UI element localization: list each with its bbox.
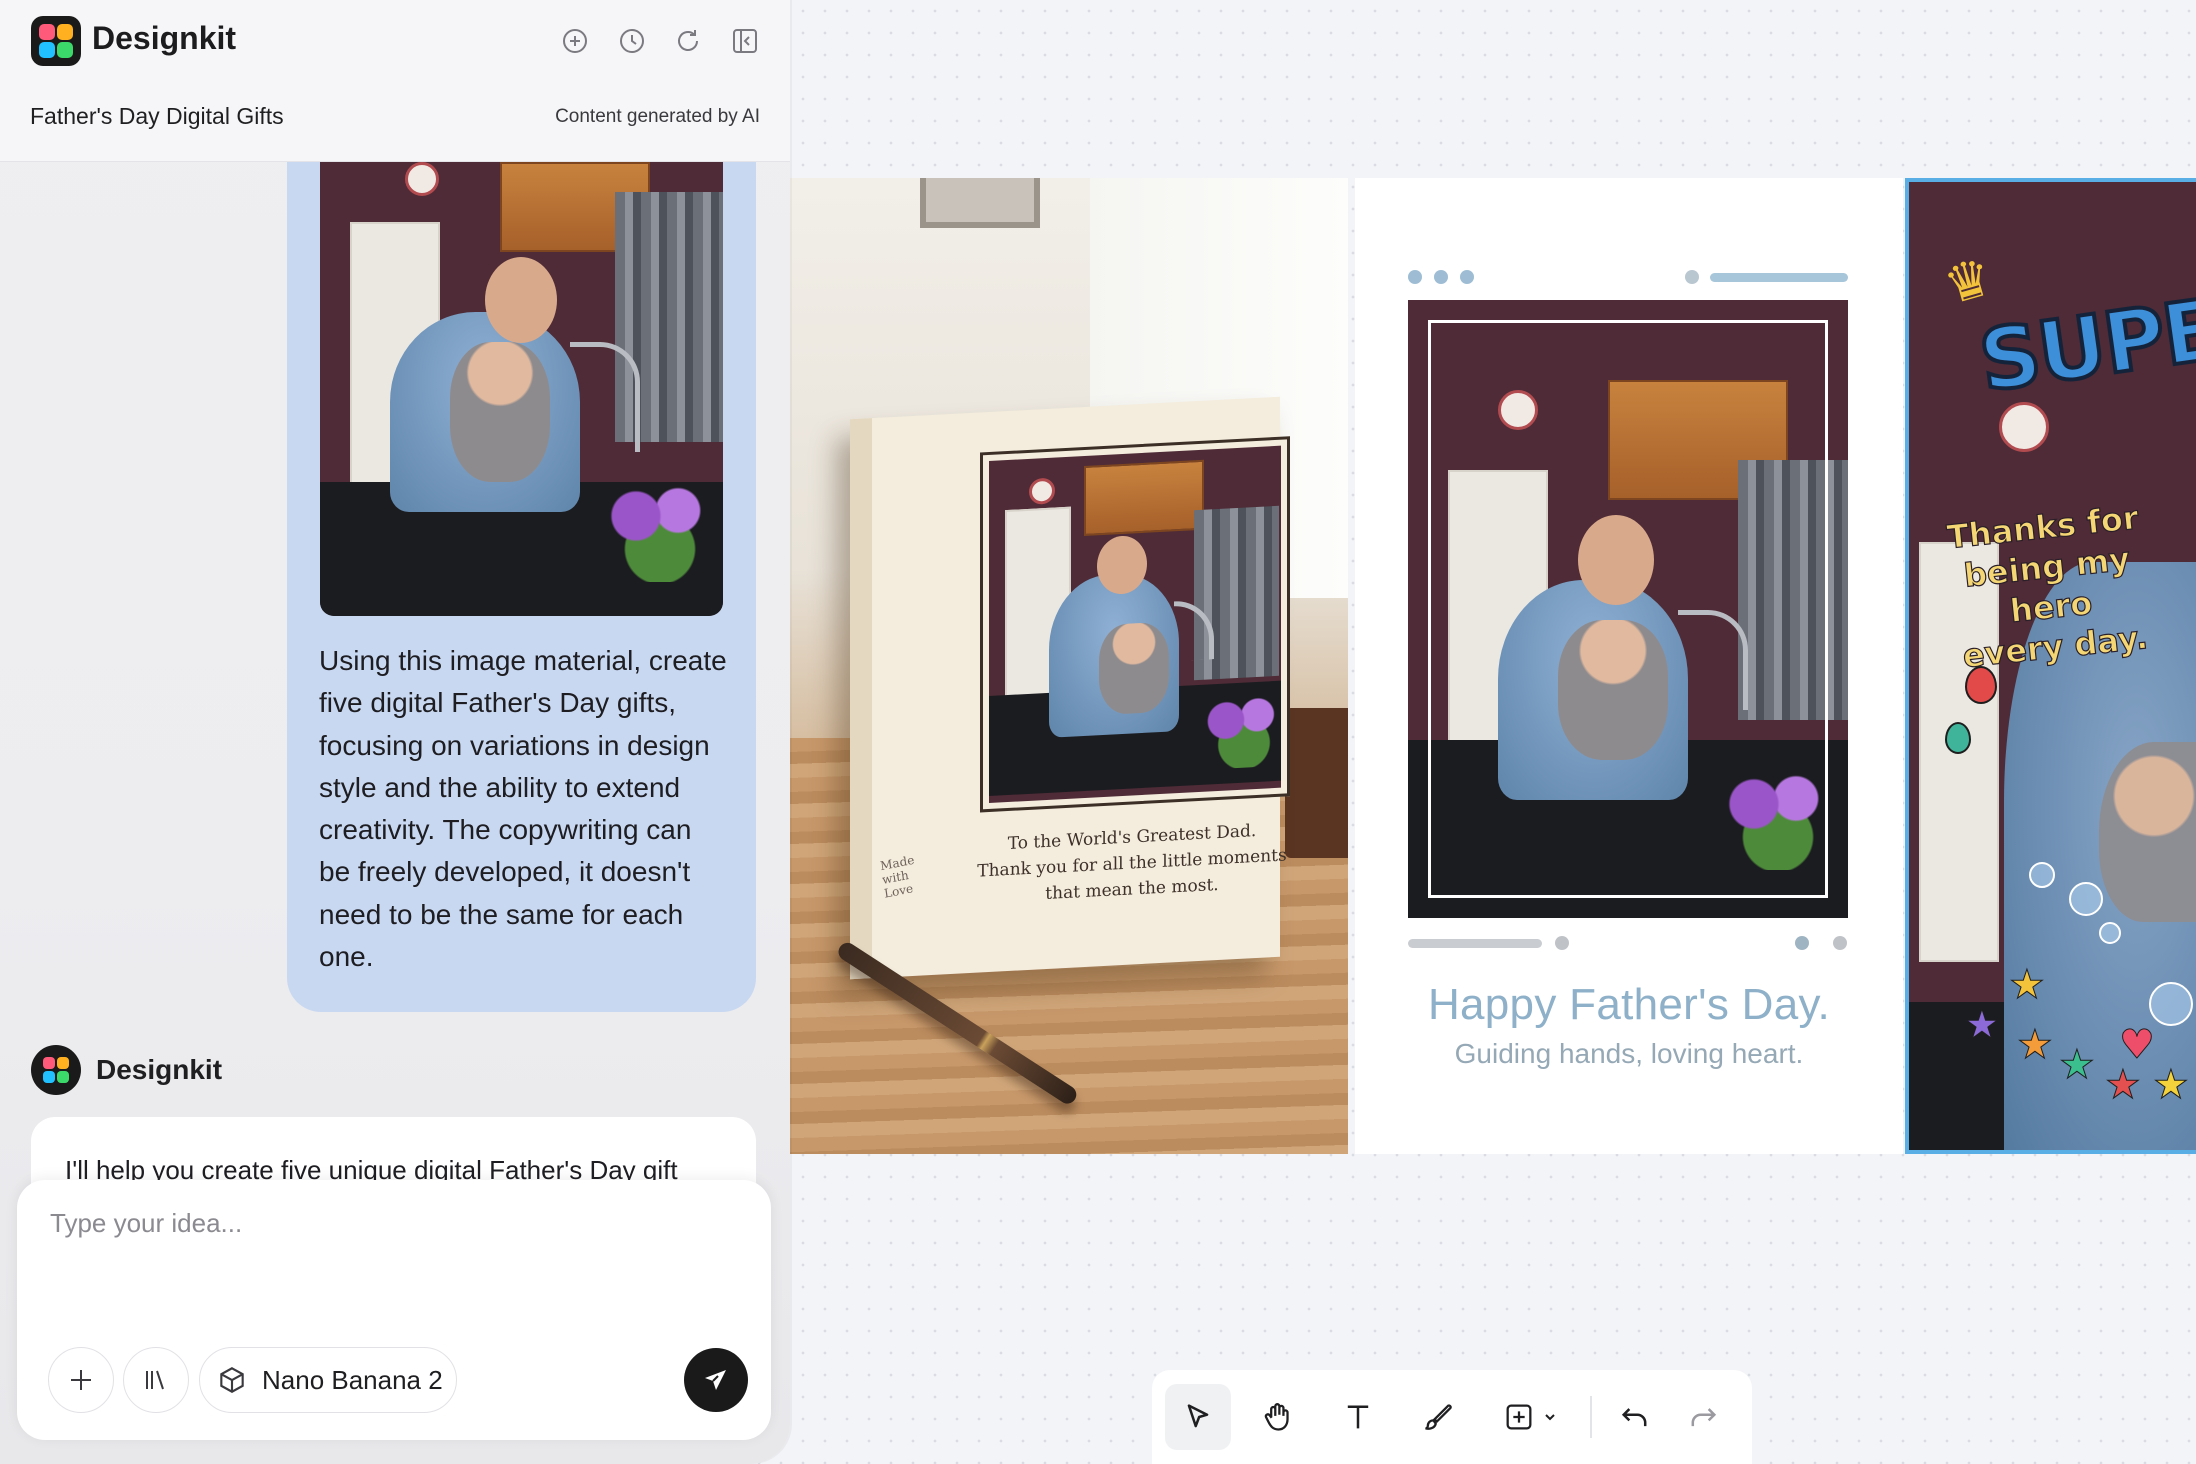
- assistant-name: Designkit: [96, 1054, 223, 1085]
- toolbar-divider: [1590, 1396, 1592, 1438]
- star-icon: ★: [2009, 962, 2046, 1009]
- star-icon: ★: [2059, 1042, 2096, 1089]
- insert-tool[interactable]: [1485, 1384, 1575, 1450]
- project-title: Father's Day Digital Gifts: [30, 103, 284, 129]
- top-dots-decoration: [1408, 270, 1850, 284]
- ai-generated-note: Content generated by AI: [555, 106, 760, 127]
- made-with-love-label: Made with Love: [879, 852, 916, 901]
- redo-icon: [1691, 1408, 1717, 1427]
- brush-tool[interactable]: [1405, 1384, 1471, 1450]
- card2-subtitle: Guiding hands, loving heart.: [1454, 1038, 1804, 1069]
- add-box-icon: [1506, 1404, 1532, 1430]
- heart-icon: ♥: [2119, 1022, 2156, 1069]
- prompt-composer: Nano Banana 2: [17, 1180, 771, 1440]
- assistant-header: Designkit: [31, 1045, 222, 1095]
- panel-header: Designkit Father's Day Digital Gifts Con…: [0, 0, 790, 162]
- kitchen-photo: [989, 445, 1281, 803]
- history-icon[interactable]: [615, 24, 649, 58]
- thanks-message: Thanks for being my hero every day.: [1921, 495, 2176, 679]
- greeting-card: To the World's Greatest Dad. Thank you f…: [850, 396, 1290, 980]
- redo-button[interactable]: [1670, 1384, 1736, 1450]
- card2-title: Happy Father's Day.: [1427, 980, 1831, 1029]
- chat-panel: Designkit Father's Day Digital Gifts Con…: [0, 0, 790, 1464]
- undo-button[interactable]: [1602, 1384, 1668, 1450]
- greeting-card-photo: [980, 436, 1290, 813]
- refresh-icon[interactable]: [671, 24, 705, 58]
- chevron-down-icon: [1545, 1414, 1555, 1421]
- add-chat-icon[interactable]: [558, 24, 592, 58]
- send-icon: [705, 1370, 726, 1390]
- library-button[interactable]: [123, 1347, 189, 1413]
- undo-icon: [1621, 1408, 1647, 1427]
- bubble-decoration: [2029, 862, 2055, 888]
- uploaded-image[interactable]: [320, 162, 723, 616]
- hand-icon: [1264, 1403, 1289, 1431]
- model-selector[interactable]: Nano Banana 2: [199, 1347, 457, 1413]
- card2-photo: [1408, 300, 1848, 918]
- green-balloon-icon: [1945, 722, 1971, 754]
- library-icon: [141, 1365, 171, 1395]
- collapse-panel-icon[interactable]: [728, 24, 762, 58]
- assistant-avatar: [31, 1045, 81, 1095]
- user-message-text: Using this image material, create five d…: [319, 645, 727, 973]
- bubble-decoration: [2069, 882, 2103, 916]
- greeting-card-message: To the World's Greatest Dad. Thank you f…: [962, 816, 1302, 912]
- designkit-logo: [31, 16, 81, 66]
- plus-icon: [71, 1370, 91, 1390]
- design-card-1[interactable]: To the World's Greatest Dad. Thank you f…: [790, 178, 1348, 1154]
- text-tool[interactable]: [1325, 1384, 1391, 1450]
- bubble-decoration: [2099, 922, 2121, 944]
- text-icon: [1347, 1405, 1369, 1429]
- design-card-2[interactable]: Happy Father's Day. Guiding hands, lovin…: [1355, 178, 1903, 1154]
- user-message-bubble: Using this image material, create five d…: [287, 162, 756, 1012]
- select-tool[interactable]: [1165, 1384, 1231, 1450]
- prompt-input[interactable]: [50, 1208, 730, 1308]
- attach-button[interactable]: [48, 1347, 114, 1413]
- hand-tool[interactable]: [1245, 1384, 1311, 1450]
- send-button[interactable]: [684, 1348, 748, 1412]
- baby-figure: [2099, 742, 2196, 922]
- canvas-toolbar: [1152, 1370, 1752, 1464]
- star-icon: ★: [1964, 1002, 2001, 1049]
- app-name: Designkit: [92, 20, 237, 56]
- star-icon: ★: [2017, 1022, 2054, 1069]
- star-icon: ★: [2153, 1062, 2190, 1109]
- cube-icon: [220, 1367, 244, 1393]
- brush-icon: [1425, 1404, 1452, 1430]
- star-icon: ★: [2105, 1062, 2142, 1109]
- red-balloon-icon: [1965, 666, 1997, 704]
- background-frame: [920, 178, 1040, 228]
- cursor-icon: [1187, 1404, 1209, 1428]
- model-label: Nano Banana 2: [262, 1364, 443, 1395]
- bubble-decoration: [2149, 982, 2193, 1026]
- design-card-3-selected[interactable]: ♛ SUPER Thanks for being my hero every d…: [1905, 178, 2196, 1154]
